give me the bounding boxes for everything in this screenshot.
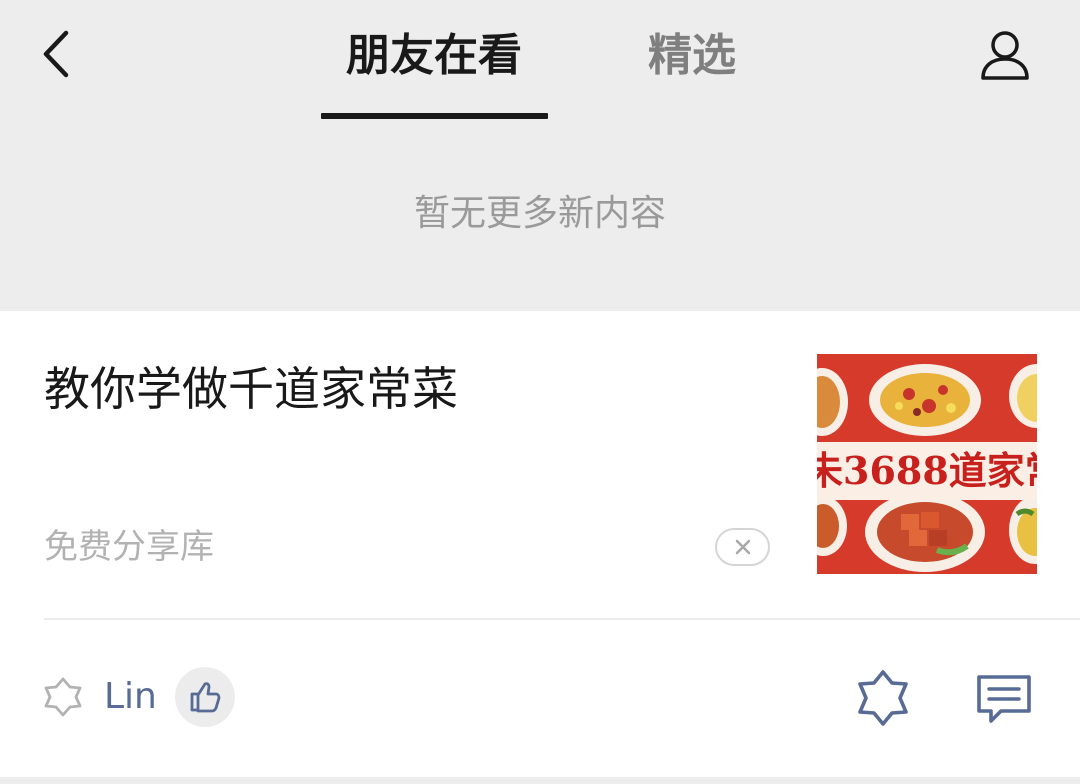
comment-icon — [977, 675, 1031, 723]
feed-status-text: 暂无更多新内容 — [413, 193, 666, 234]
dismiss-button[interactable] — [715, 528, 770, 566]
article-source: 免费分享库 — [44, 527, 214, 567]
comment-button[interactable] — [972, 669, 1036, 729]
wow-button[interactable] — [852, 667, 914, 729]
thumbs-up-icon — [190, 682, 221, 713]
tab-picks[interactable]: 精选 — [646, 26, 738, 86]
top-navigation-bar: 朋友在看 精选 — [0, 0, 1080, 120]
article-card[interactable]: 教你学做千道家常菜 免费分享库 未3688道家 Lin — [0, 311, 1080, 784]
profile-button[interactable] — [974, 24, 1036, 86]
close-icon — [735, 539, 750, 555]
card-bottom-separator — [0, 777, 1080, 784]
person-icon — [981, 31, 1029, 80]
friend-reactions: Lin — [42, 667, 235, 727]
friend-name[interactable]: Lin — [104, 673, 157, 721]
friend-wow-indicator — [42, 676, 84, 718]
divider — [44, 618, 1080, 620]
tab-friends-watching[interactable]: 朋友在看 — [344, 26, 524, 86]
article-title[interactable]: 教你学做千道家常菜 — [44, 357, 764, 421]
back-button[interactable] — [30, 26, 80, 82]
friend-like-badge[interactable] — [174, 667, 235, 727]
article-thumbnail[interactable]: 未3688道家常 — [817, 354, 1037, 574]
wow-star-icon — [858, 670, 908, 726]
thumbnail-caption: 未3688道家常 — [817, 448, 1037, 493]
wow-star-icon — [44, 677, 82, 717]
active-tab-indicator — [321, 113, 548, 119]
chevron-left-icon — [43, 30, 69, 78]
